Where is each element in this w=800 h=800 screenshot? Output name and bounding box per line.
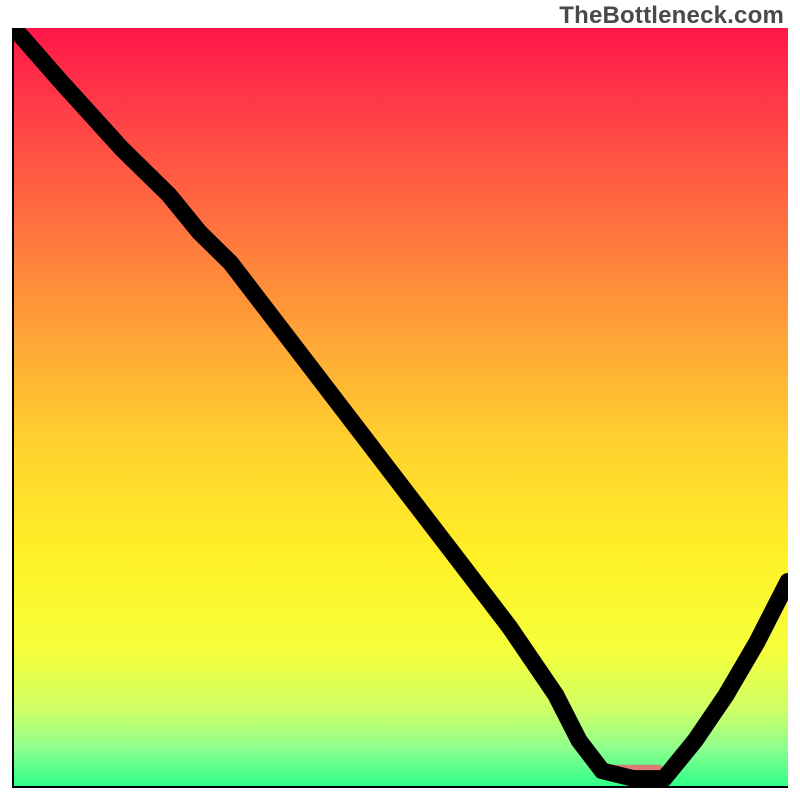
watermark-text: TheBottleneck.com (559, 2, 784, 30)
chart-stage: TheBottleneck.com (0, 0, 800, 800)
gradient-background (14, 28, 788, 786)
plot-area (12, 28, 788, 788)
chart-svg (14, 28, 788, 786)
